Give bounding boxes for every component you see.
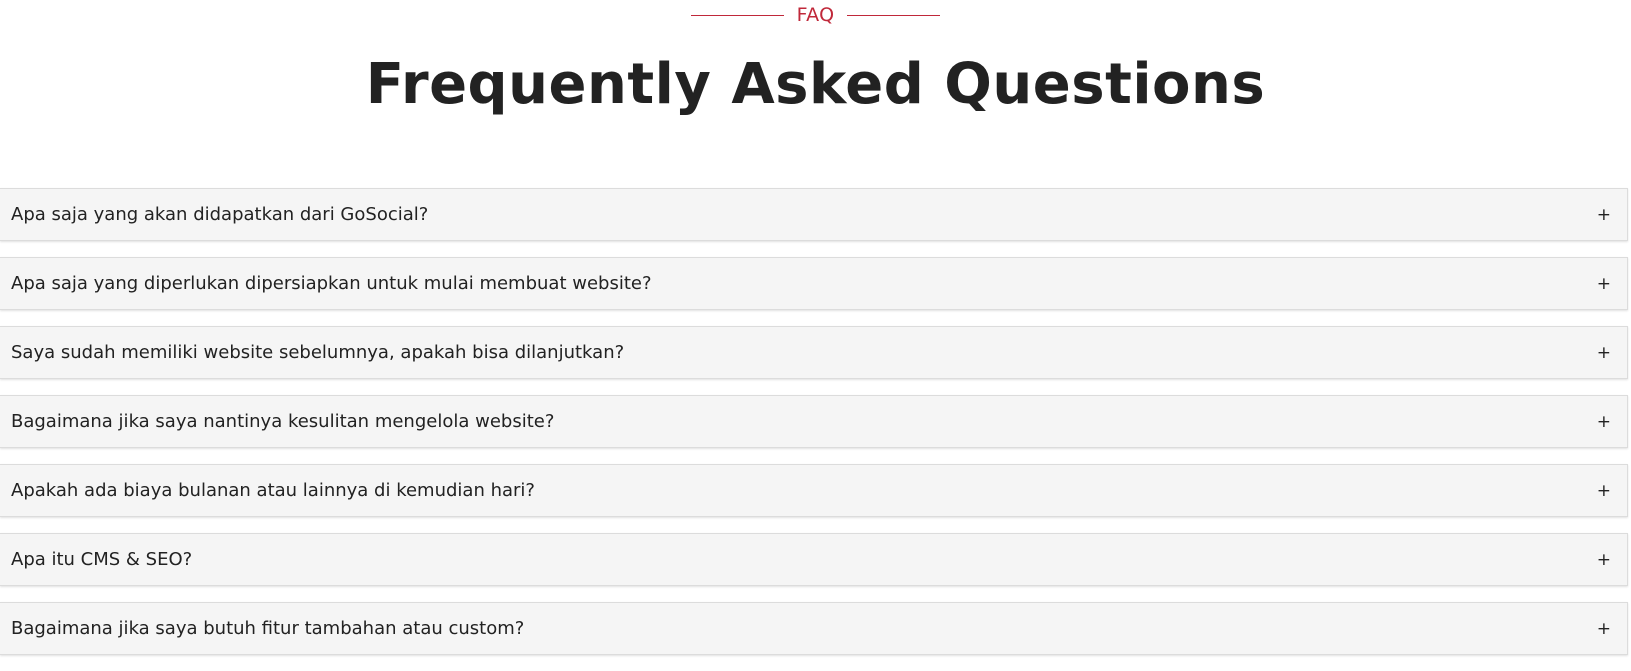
faq-question: Apakah ada biaya bulanan atau lainnya di… — [11, 480, 535, 501]
faq-eyebrow: FAQ — [0, 0, 1631, 30]
plus-icon[interactable]: + — [1597, 534, 1611, 585]
faq-question: Bagaimana jika saya butuh fitur tambahan… — [11, 618, 525, 639]
faq-item-3[interactable]: Saya sudah memiliki website sebelumnya, … — [0, 326, 1628, 379]
plus-icon[interactable]: + — [1597, 603, 1611, 654]
faq-question: Apa saja yang akan didapatkan dari GoSoc… — [11, 204, 429, 225]
faq-item-7[interactable]: Bagaimana jika saya butuh fitur tambahan… — [0, 602, 1628, 655]
eyebrow-line-right — [847, 14, 941, 16]
faq-list: Apa saja yang akan didapatkan dari GoSoc… — [0, 188, 1630, 671]
plus-icon[interactable]: + — [1597, 396, 1611, 447]
plus-icon[interactable]: + — [1597, 258, 1611, 309]
faq-item-6[interactable]: Apa itu CMS & SEO? + — [0, 533, 1628, 586]
eyebrow-label: FAQ — [796, 3, 835, 26]
faq-question: Apa saja yang diperlukan dipersiapkan un… — [11, 273, 652, 294]
faq-question: Apa itu CMS & SEO? — [11, 549, 193, 570]
page-title: Frequently Asked Questions — [365, 52, 1266, 117]
plus-icon[interactable]: + — [1597, 465, 1611, 516]
faq-item-1[interactable]: Apa saja yang akan didapatkan dari GoSoc… — [0, 188, 1628, 241]
eyebrow-line-left — [690, 14, 784, 16]
plus-icon[interactable]: + — [1597, 327, 1611, 378]
faq-question: Bagaimana jika saya nantinya kesulitan m… — [11, 411, 555, 432]
faq-item-4[interactable]: Bagaimana jika saya nantinya kesulitan m… — [0, 395, 1628, 448]
faq-item-2[interactable]: Apa saja yang diperlukan dipersiapkan un… — [0, 257, 1628, 310]
faq-question: Saya sudah memiliki website sebelumnya, … — [11, 342, 625, 363]
plus-icon[interactable]: + — [1597, 189, 1611, 240]
faq-item-5[interactable]: Apakah ada biaya bulanan atau lainnya di… — [0, 464, 1628, 517]
